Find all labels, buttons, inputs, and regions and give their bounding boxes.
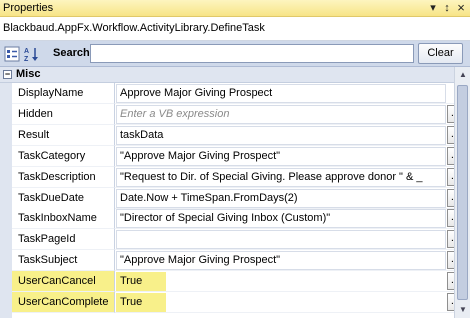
sort-az-icon[interactable]: A Z — [23, 46, 39, 62]
property-value-cell[interactable]: Date.Now + TimeSpan.FromDays(2)... — [115, 188, 464, 209]
scroll-down-arrow-icon[interactable]: ▼ — [456, 303, 470, 317]
object-type-name: Blackbaud.AppFx.Workflow.ActivityLibrary… — [3, 22, 265, 34]
clear-button[interactable]: Clear — [418, 43, 463, 64]
property-name-cell[interactable]: TaskPageId — [12, 229, 115, 251]
property-value-field[interactable]: Date.Now + TimeSpan.FromDays(2) — [116, 188, 446, 208]
property-name-cell[interactable]: TaskSubject — [12, 250, 115, 272]
search-label: Search: — [53, 47, 94, 59]
pin-icon[interactable]: ↕ — [440, 1, 454, 15]
property-grid: − Misc DisplayName Approve Major Giving P… — [0, 67, 464, 318]
vertical-scrollbar[interactable]: ▲ ▼ — [454, 67, 470, 318]
svg-text:A: A — [24, 48, 29, 55]
scroll-thumb[interactable] — [457, 85, 468, 300]
property-name-cell[interactable]: TaskCategory — [12, 145, 115, 167]
property-value-field[interactable]: True — [116, 293, 166, 312]
property-value: "Approve Major Giving Prospect" — [120, 149, 281, 162]
property-value-cell[interactable]: taskData... — [115, 125, 464, 146]
property-value-field[interactable]: "Approve Major Giving Prospect" — [116, 146, 446, 166]
svg-text:Z: Z — [24, 56, 29, 62]
property-name-cell[interactable]: DisplayName — [12, 83, 115, 104]
property-value-field[interactable]: Approve Major Giving Prospect — [116, 84, 446, 103]
property-value: "Approve Major Giving Prospect" — [120, 254, 281, 267]
property-value-field[interactable]: taskData — [116, 125, 446, 145]
property-value: True — [120, 296, 143, 308]
property-value-cell[interactable]: True... — [115, 292, 464, 313]
property-value: Approve Major Giving Prospect — [120, 87, 273, 99]
property-name: DisplayName — [18, 87, 84, 99]
property-name: TaskInboxName — [18, 212, 97, 225]
property-value-cell[interactable]: "Approve Major Giving Prospect"... — [115, 146, 464, 167]
property-row[interactable]: TaskDescription "Request to Dir. of Speci… — [12, 166, 464, 188]
property-name: Result — [18, 128, 50, 141]
property-name-cell[interactable]: Hidden — [12, 103, 115, 125]
dropdown-icon[interactable]: ▾ — [426, 1, 440, 15]
property-value: True — [120, 275, 143, 288]
property-name-cell[interactable]: UserCanComplete — [12, 292, 115, 313]
property-row[interactable]: TaskDueDate Date.Now + TimeSpan.FromDays(… — [12, 187, 464, 209]
grid-gutter — [0, 83, 12, 318]
property-value-field[interactable]: "Request to Dir. of Special Giving. Plea… — [116, 167, 446, 187]
properties-title-bar: Properties ▾ ↕ × — [0, 0, 470, 17]
property-value: taskData — [120, 128, 164, 141]
categorized-icon[interactable] — [4, 46, 20, 62]
property-name: TaskDueDate — [18, 191, 85, 204]
scroll-up-arrow-icon[interactable]: ▲ — [456, 68, 470, 82]
property-value-cell[interactable]: Approve Major Giving Prospect — [115, 83, 454, 104]
panel-title: Properties — [3, 2, 54, 14]
property-value-field[interactable] — [116, 230, 446, 250]
property-name-cell[interactable]: UserCanCancel — [12, 271, 115, 293]
property-name-cell[interactable]: TaskDescription — [12, 166, 115, 188]
property-name: TaskSubject — [18, 254, 78, 267]
category-label: Misc — [16, 68, 41, 80]
property-row[interactable]: UserCanCancel True... — [12, 271, 464, 293]
property-name: TaskDescription — [18, 170, 96, 183]
property-row[interactable]: TaskSubject "Approve Major Giving Prospec… — [12, 250, 464, 272]
property-row[interactable]: TaskPageId... — [12, 229, 464, 251]
property-row[interactable]: DisplayName Approve Major Giving Prospect — [12, 83, 454, 104]
property-value-cell[interactable]: "Director of Special Giving Inbox (Custo… — [115, 208, 464, 230]
property-value-cell[interactable]: "Request to Dir. of Special Giving. Plea… — [115, 167, 464, 188]
property-name-cell[interactable]: TaskInboxName — [12, 208, 115, 230]
property-name-cell[interactable]: TaskDueDate — [12, 187, 115, 209]
property-row[interactable]: Result taskData... — [12, 124, 464, 146]
property-value: Enter a VB expression — [120, 107, 230, 120]
property-value: Date.Now + TimeSpan.FromDays(2) — [120, 191, 298, 204]
property-row[interactable]: TaskCategory "Approve Major Giving Prospe… — [12, 145, 464, 167]
property-name: Hidden — [18, 107, 53, 120]
property-name: UserCanComplete — [18, 296, 109, 308]
object-type-bar: Blackbaud.AppFx.Workflow.ActivityLibrary… — [0, 17, 470, 41]
property-value-cell[interactable]: True... — [115, 271, 464, 293]
property-value-field[interactable]: "Approve Major Giving Prospect" — [116, 251, 446, 271]
property-name-cell[interactable]: Result — [12, 124, 115, 146]
property-name: TaskPageId — [18, 233, 76, 246]
search-input[interactable] — [90, 44, 414, 63]
property-row[interactable]: UserCanComplete True... — [12, 292, 464, 313]
property-name: UserCanCancel — [18, 275, 96, 288]
collapse-icon[interactable]: − — [3, 70, 12, 79]
property-name: TaskCategory — [18, 149, 86, 162]
property-value-field[interactable]: Enter a VB expression — [116, 104, 446, 124]
property-value-field[interactable]: True — [116, 272, 166, 292]
property-value-cell[interactable]: ... — [115, 229, 464, 251]
close-icon[interactable]: × — [454, 1, 468, 15]
property-row[interactable]: Hidden Enter a VB expression... — [12, 103, 464, 125]
property-value-cell[interactable]: Enter a VB expression... — [115, 104, 464, 125]
property-value: "Director of Special Giving Inbox (Custo… — [120, 212, 331, 225]
properties-toolbar: A Z Search: Clear — [0, 41, 470, 67]
property-value: "Request to Dir. of Special Giving. Plea… — [120, 170, 423, 183]
property-value-field[interactable]: "Director of Special Giving Inbox (Custo… — [116, 209, 446, 229]
category-row-misc[interactable]: − Misc — [0, 67, 454, 83]
property-row[interactable]: TaskInboxName "Director of Special Giving… — [12, 208, 464, 230]
property-value-cell[interactable]: "Approve Major Giving Prospect"... — [115, 250, 464, 272]
